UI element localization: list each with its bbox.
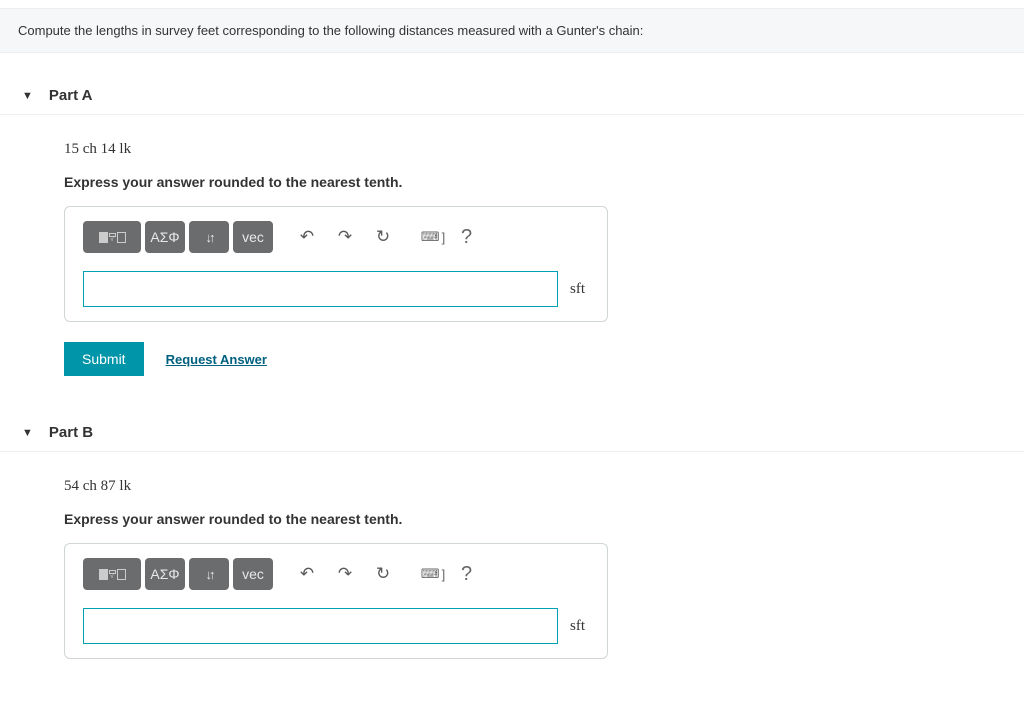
keyboard-button[interactable]: ⌨] [417,560,449,588]
vector-button[interactable]: vec [233,221,273,253]
subscript-button[interactable]: ↓↑ [189,221,229,253]
templates-button[interactable]: √ [83,221,141,253]
greek-button[interactable]: ΑΣΦ [145,221,185,253]
keyboard-button[interactable]: ⌨] [417,223,449,251]
arrows-updown-icon: ↓↑ [206,567,213,582]
template-icon: √ [99,232,126,243]
part-b-measurement: 54 ch 87 lk [64,478,1024,495]
caret-down-icon: ▼ [22,427,33,439]
vector-button[interactable]: vec [233,558,273,590]
part-a-instruction: Express your answer rounded to the neare… [64,174,1024,190]
undo-button[interactable]: ↶ [291,223,323,251]
answer-box-a: √ ΑΣΦ ↓↑ vec ↶ ↷ ↻ ⌨] ? sft [64,206,608,322]
keyboard-icon: ⌨ [421,566,440,582]
undo-icon: ↶ [300,227,314,247]
unit-label-b: sft [570,618,589,635]
answer-input-b[interactable] [83,608,558,644]
part-b-header[interactable]: ▼ Part B [0,414,1024,452]
answer-box-b: √ ΑΣΦ ↓↑ vec ↶ ↷ ↻ ⌨] ? sft [64,543,608,659]
greek-button[interactable]: ΑΣΦ [145,558,185,590]
part-b-title: Part B [49,424,93,441]
toolbar-a: √ ΑΣΦ ↓↑ vec ↶ ↷ ↻ ⌨] ? [83,221,589,253]
answer-input-a[interactable] [83,271,558,307]
part-a-header[interactable]: ▼ Part A [0,77,1024,115]
redo-button[interactable]: ↷ [329,223,361,251]
redo-button[interactable]: ↷ [329,560,361,588]
templates-button[interactable]: √ [83,558,141,590]
redo-icon: ↷ [338,564,352,584]
keyboard-icon: ⌨ [421,229,440,245]
question-prompt: Compute the lengths in survey feet corre… [0,8,1024,53]
caret-down-icon: ▼ [22,90,33,102]
request-answer-link-a[interactable]: Request Answer [166,352,267,367]
reset-button[interactable]: ↻ [367,223,399,251]
template-icon: √ [99,569,126,580]
help-button[interactable]: ? [461,563,472,586]
redo-icon: ↷ [338,227,352,247]
reset-icon: ↻ [376,227,390,247]
unit-label-a: sft [570,281,589,298]
submit-button-a[interactable]: Submit [64,342,144,376]
part-a-title: Part A [49,87,93,104]
reset-icon: ↻ [376,564,390,584]
part-b-instruction: Express your answer rounded to the neare… [64,511,1024,527]
undo-button[interactable]: ↶ [291,560,323,588]
toolbar-b: √ ΑΣΦ ↓↑ vec ↶ ↷ ↻ ⌨] ? [83,558,589,590]
arrows-updown-icon: ↓↑ [206,230,213,245]
part-a-body: 15 ch 14 lk Express your answer rounded … [0,115,1024,376]
part-a-measurement: 15 ch 14 lk [64,141,1024,158]
help-button[interactable]: ? [461,226,472,249]
reset-button[interactable]: ↻ [367,560,399,588]
part-b-body: 54 ch 87 lk Express your answer rounded … [0,452,1024,659]
undo-icon: ↶ [300,564,314,584]
subscript-button[interactable]: ↓↑ [189,558,229,590]
